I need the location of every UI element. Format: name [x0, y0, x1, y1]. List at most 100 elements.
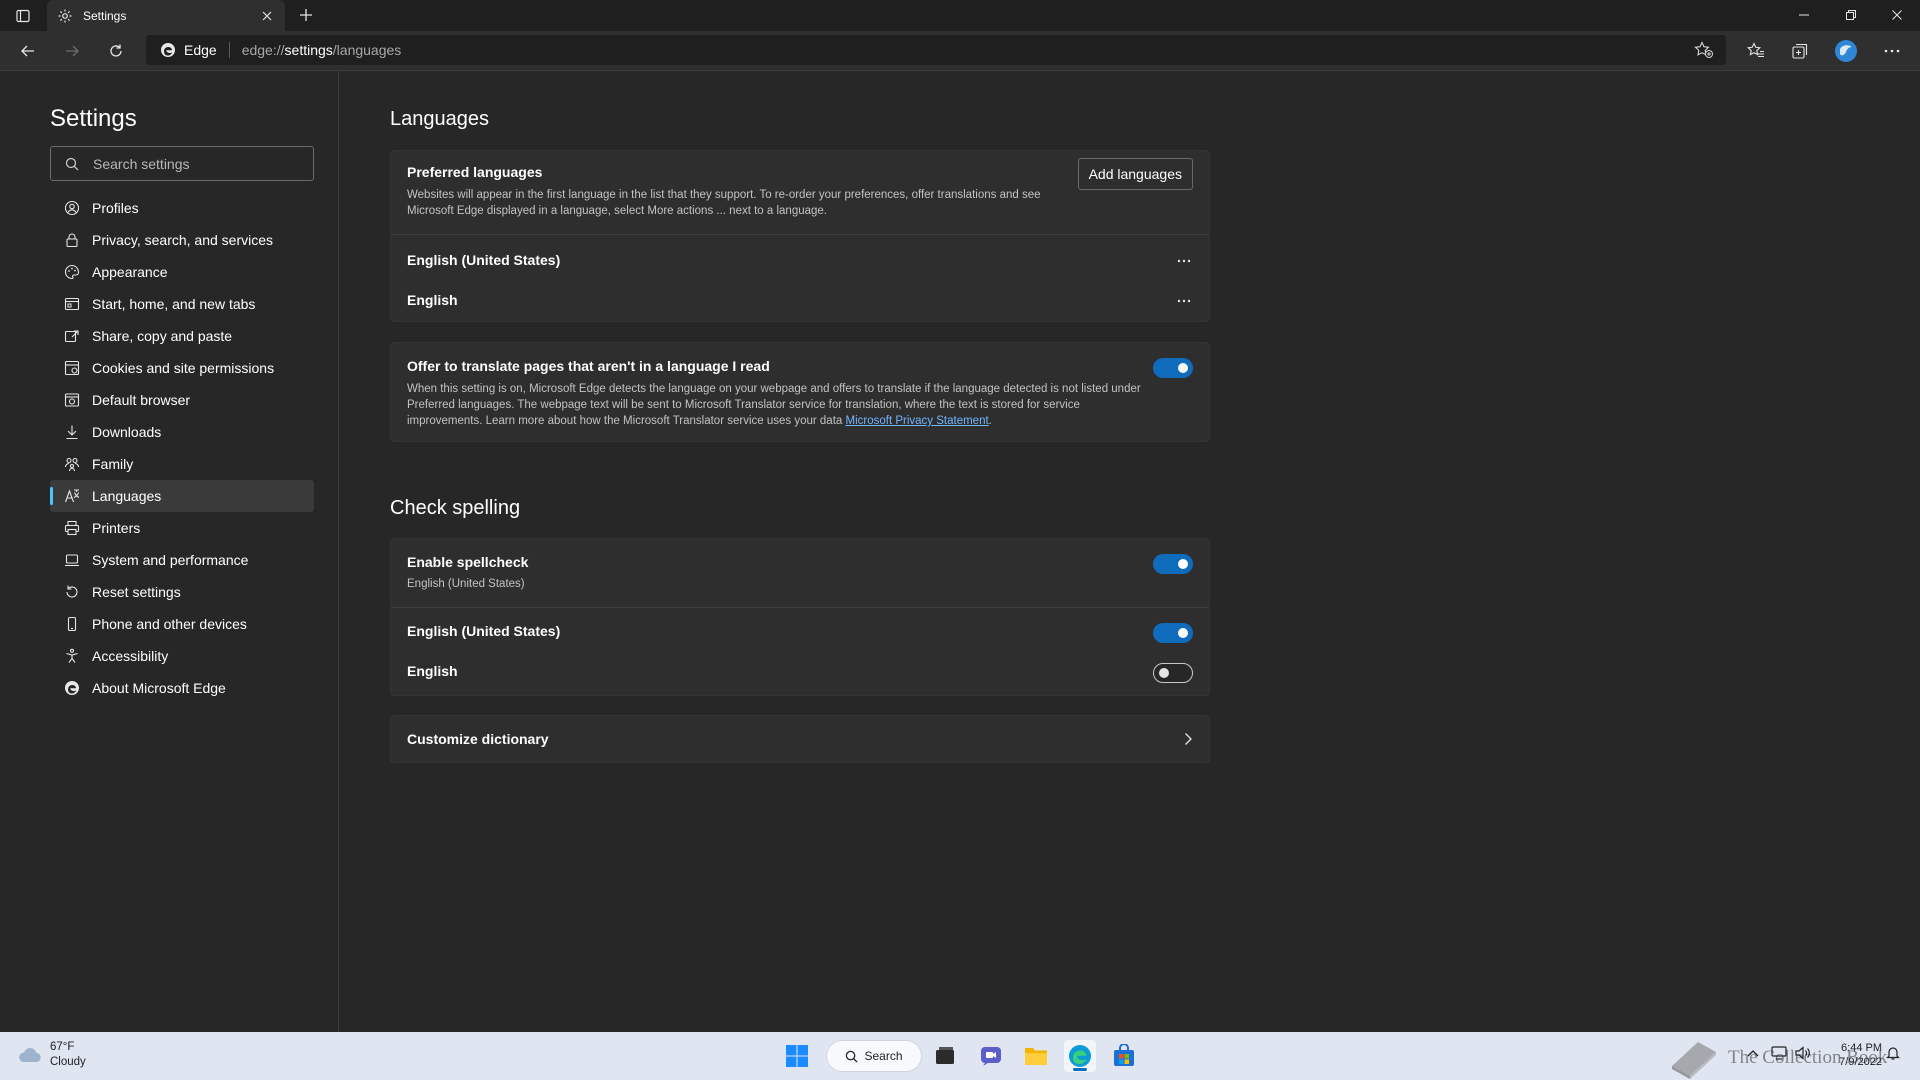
sidebar-item-family[interactable]: Family [50, 448, 314, 480]
taskbar: 67°F Cloudy Search 6:44 PM 7/9/2022 [0, 1032, 1920, 1080]
description-period: . [988, 415, 992, 427]
close-window-icon[interactable] [1882, 4, 1912, 26]
sidebar-item-default-browser[interactable]: Default browser [50, 384, 314, 416]
toggle-knob [1178, 363, 1188, 373]
more-actions-icon[interactable] [1173, 252, 1195, 270]
favorites-icon[interactable] [1744, 39, 1768, 63]
back-icon[interactable] [15, 39, 41, 63]
cookie-permissions-icon [64, 360, 80, 376]
url-prefix: edge:// [241, 42, 285, 58]
spellcheck-language-item: English (United States) [407, 623, 561, 639]
folder-icon [1025, 1048, 1047, 1065]
settings-main: Languages Preferred languages Websites w… [340, 71, 1920, 1032]
notification-icon[interactable] [1886, 1046, 1900, 1063]
search-settings-box[interactable] [50, 146, 314, 181]
spellcheck-en-us-toggle[interactable] [1153, 623, 1193, 643]
file-explorer-button[interactable] [1020, 1040, 1052, 1072]
sidebar-item-label: Share, copy and paste [92, 328, 233, 344]
phone-icon [64, 616, 80, 632]
download-icon [64, 424, 80, 440]
search-input[interactable] [93, 155, 303, 172]
edge-taskbar-button[interactable] [1064, 1040, 1096, 1072]
preferred-languages-description: Websites will appear in the first langua… [407, 189, 1041, 217]
offer-translate-toggle[interactable] [1153, 358, 1193, 378]
preferred-languages-card: Preferred languages Websites will appear… [390, 150, 1210, 322]
chat-button[interactable] [975, 1040, 1007, 1072]
sidebar-item-profiles[interactable]: Profiles [50, 192, 314, 224]
task-view-icon [936, 1047, 954, 1064]
printer-icon [64, 520, 80, 536]
toggle-knob [1178, 559, 1188, 569]
languages-icon [64, 488, 80, 504]
spellcheck-en-toggle[interactable] [1153, 663, 1193, 683]
add-favorite-icon[interactable] [1694, 41, 1714, 59]
lock-icon [64, 232, 80, 248]
url-text[interactable]: edge://settings/languages [242, 42, 402, 58]
sidebar-item-label: Phone and other devices [92, 616, 247, 632]
sidebar-item-appearance[interactable]: Appearance [50, 256, 314, 288]
close-tab-icon[interactable] [257, 6, 277, 26]
tab-settings[interactable]: Settings [47, 0, 285, 31]
tab-actions-icon[interactable] [12, 6, 34, 26]
store-icon [1114, 1044, 1134, 1066]
minimize-icon[interactable] [1789, 4, 1819, 26]
address-bar[interactable]: Edge edge://settings/languages [146, 35, 1726, 65]
cloud-icon [19, 1048, 41, 1063]
new-tab-icon[interactable] [295, 4, 317, 26]
sidebar-item-label: Profiles [92, 200, 139, 216]
search-icon [846, 1050, 859, 1063]
more-actions-icon[interactable] [1173, 292, 1195, 310]
toggle-knob [1178, 628, 1188, 638]
privacy-statement-link[interactable]: Microsoft Privacy Statement [846, 415, 989, 427]
enable-spellcheck-title: Enable spellcheck [407, 554, 529, 570]
start-button[interactable] [781, 1040, 813, 1072]
restore-icon[interactable] [1836, 4, 1866, 26]
watermark: The Collection Book [1668, 1036, 1887, 1080]
chevron-right-icon [1183, 732, 1193, 751]
toggle-knob [1159, 668, 1169, 678]
sidebar-item-share[interactable]: Share, copy and paste [50, 320, 314, 352]
forward-icon[interactable] [59, 39, 85, 63]
address-separator [228, 42, 230, 58]
collections-icon[interactable] [1788, 39, 1812, 63]
sidebar-item-label: About Microsoft Edge [92, 680, 226, 696]
sidebar-item-system[interactable]: System and performance [50, 544, 314, 576]
sidebar-item-label: Reset settings [92, 584, 181, 600]
sidebar-item-privacy[interactable]: Privacy, search, and services [50, 224, 314, 256]
customize-dictionary-row[interactable]: Customize dictionary [390, 715, 1210, 763]
palette-icon [64, 264, 80, 280]
sidebar-item-languages[interactable]: Languages [50, 480, 314, 512]
offer-translate-card: Offer to translate pages that aren't in … [390, 342, 1210, 442]
sidebar-item-label: Downloads [92, 424, 162, 440]
more-menu-icon[interactable] [1880, 39, 1904, 63]
profile-avatar-icon[interactable] [1834, 39, 1858, 63]
sidebar-item-start-home[interactable]: Start, home, and new tabs [50, 288, 314, 320]
taskbar-search[interactable]: Search [826, 1040, 922, 1072]
watermark-text: The Collection Book [1728, 1047, 1888, 1068]
refresh-icon[interactable] [103, 39, 129, 63]
enable-spellcheck-toggle[interactable] [1153, 554, 1193, 574]
languages-heading: Languages [390, 108, 489, 130]
edge-logo-icon [161, 43, 175, 57]
sidebar-item-cookies[interactable]: Cookies and site permissions [50, 352, 314, 384]
weather-widget[interactable]: 67°F Cloudy [16, 1040, 86, 1070]
share-icon [64, 328, 80, 344]
sidebar-item-label: Languages [92, 488, 162, 504]
sidebar-item-reset[interactable]: Reset settings [50, 576, 314, 608]
settings-sidebar: Settings Profiles Privacy, search, and s… [0, 71, 339, 1032]
store-button[interactable] [1108, 1040, 1140, 1072]
offer-translate-title: Offer to translate pages that aren't in … [407, 358, 770, 374]
browser-toolbar: Edge edge://settings/languages [0, 31, 1920, 71]
url-path: /languages [332, 42, 402, 58]
weather-desc: Cloudy [50, 1056, 86, 1068]
sidebar-item-accessibility[interactable]: Accessibility [50, 640, 314, 672]
sidebar-item-about[interactable]: About Microsoft Edge [50, 672, 314, 704]
task-view-button[interactable] [929, 1040, 961, 1072]
edge-logo-icon [64, 680, 80, 696]
family-icon [64, 456, 80, 472]
search-icon [65, 157, 79, 170]
sidebar-item-downloads[interactable]: Downloads [50, 416, 314, 448]
sidebar-item-phone[interactable]: Phone and other devices [50, 608, 314, 640]
sidebar-item-printers[interactable]: Printers [50, 512, 314, 544]
add-languages-button[interactable]: Add languages [1077, 158, 1193, 190]
